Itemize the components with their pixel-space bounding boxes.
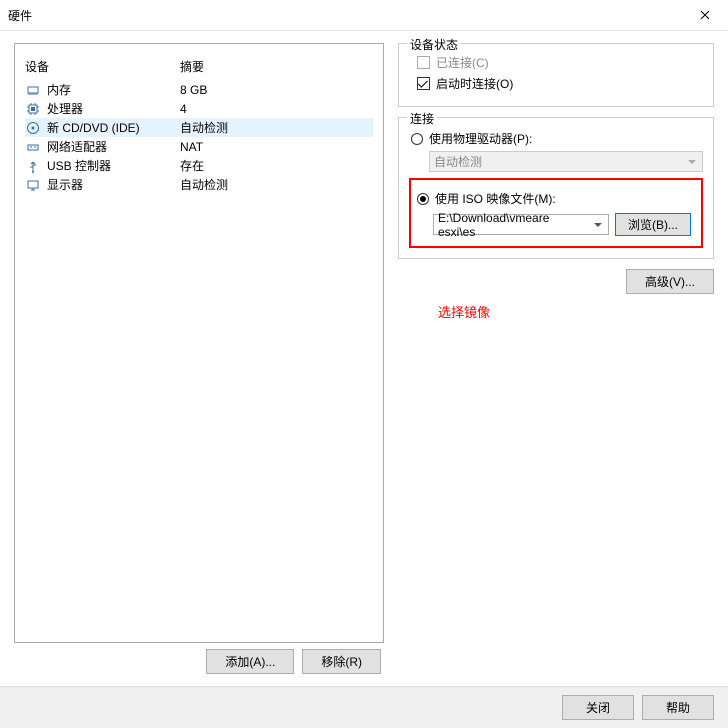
iso-path-dropdown[interactable]: E:\Download\vmeare esxi\es	[433, 214, 609, 235]
device-name: 网络适配器	[47, 138, 180, 155]
device-name: 内存	[47, 81, 180, 98]
iso-path-row: E:\Download\vmeare esxi\es 浏览(B)...	[433, 213, 691, 236]
advanced-button[interactable]: 高级(V)...	[626, 269, 714, 294]
annotation-text: 选择镜像	[438, 302, 714, 321]
network-icon	[25, 139, 41, 155]
connected-checkbox	[417, 56, 430, 69]
device-name: 显示器	[47, 176, 180, 193]
window-close-button[interactable]	[682, 0, 728, 30]
device-list-header: 设备 摘要	[25, 54, 373, 80]
window-title: 硬件	[8, 7, 32, 24]
physical-drive-dropdown: 自动检测	[429, 151, 703, 172]
cpu-icon	[25, 101, 41, 117]
usb-icon	[25, 158, 41, 174]
device-summary: 自动检测	[180, 176, 228, 193]
device-summary: 存在	[180, 157, 204, 174]
help-button[interactable]: 帮助	[642, 695, 714, 720]
connected-label: 已连接(C)	[436, 54, 489, 71]
device-summary: 4	[180, 102, 187, 116]
titlebar: 硬件	[0, 0, 728, 30]
device-name: 处理器	[47, 100, 180, 117]
device-row[interactable]: 新 CD/DVD (IDE)自动检测	[25, 118, 373, 137]
device-row[interactable]: 处理器4	[25, 99, 373, 118]
device-status-group: 设备状态 已连接(C) 启动时连接(O)	[398, 43, 714, 107]
connect-at-poweron-row[interactable]: 启动时连接(O)	[417, 75, 703, 92]
device-summary: 自动检测	[180, 119, 228, 136]
connection-group: 连接 使用物理驱动器(P): 自动检测 使用 ISO 映像文件(M): E:\D…	[398, 117, 714, 259]
device-name: USB 控制器	[47, 157, 180, 174]
close-button[interactable]: 关闭	[562, 695, 634, 720]
device-name: 新 CD/DVD (IDE)	[47, 119, 180, 136]
memory-icon	[25, 82, 41, 98]
iso-radio-row[interactable]: 使用 ISO 映像文件(M):	[417, 190, 691, 207]
header-device: 设备	[25, 58, 180, 75]
device-list: 内存8 GB处理器4新 CD/DVD (IDE)自动检测网络适配器NATUSB …	[25, 80, 373, 194]
add-button[interactable]: 添加(A)...	[206, 649, 294, 674]
connect-at-poweron-checkbox[interactable]	[417, 77, 430, 90]
iso-radio[interactable]	[417, 193, 429, 205]
device-status-title: 设备状态	[407, 36, 461, 53]
remove-button[interactable]: 移除(R)	[302, 649, 381, 674]
device-row[interactable]: USB 控制器存在	[25, 156, 373, 175]
display-icon	[25, 177, 41, 193]
connected-row[interactable]: 已连接(C)	[417, 54, 703, 71]
physical-drive-radio-row[interactable]: 使用物理驱动器(P):	[411, 130, 703, 147]
device-row[interactable]: 显示器自动检测	[25, 175, 373, 194]
dialog-footer: 关闭 帮助	[0, 686, 728, 728]
device-buttons: 添加(A)... 移除(R)	[15, 649, 383, 674]
hardware-list-pane: 设备 摘要 内存8 GB处理器4新 CD/DVD (IDE)自动检测网络适配器N…	[14, 43, 384, 643]
close-icon	[700, 10, 710, 20]
device-row[interactable]: 网络适配器NAT	[25, 137, 373, 156]
settings-pane: 设备状态 已连接(C) 启动时连接(O) 连接 使用物理驱动器(P): 自动检测	[384, 43, 714, 643]
iso-label: 使用 ISO 映像文件(M):	[435, 190, 556, 207]
header-summary: 摘要	[180, 58, 204, 75]
browse-button[interactable]: 浏览(B)...	[615, 213, 691, 236]
content-area: 设备 摘要 内存8 GB处理器4新 CD/DVD (IDE)自动检测网络适配器N…	[0, 31, 728, 643]
physical-drive-radio[interactable]	[411, 133, 423, 145]
device-summary: 8 GB	[180, 83, 207, 97]
device-summary: NAT	[180, 140, 203, 154]
iso-highlight-box: 使用 ISO 映像文件(M): E:\Download\vmeare esxi\…	[409, 178, 703, 248]
physical-drive-label: 使用物理驱动器(P):	[429, 130, 532, 147]
advanced-row: 高级(V)...	[398, 269, 714, 294]
device-row[interactable]: 内存8 GB	[25, 80, 373, 99]
connect-at-poweron-label: 启动时连接(O)	[436, 75, 513, 92]
cd-icon	[25, 120, 41, 136]
connection-title: 连接	[407, 110, 437, 127]
